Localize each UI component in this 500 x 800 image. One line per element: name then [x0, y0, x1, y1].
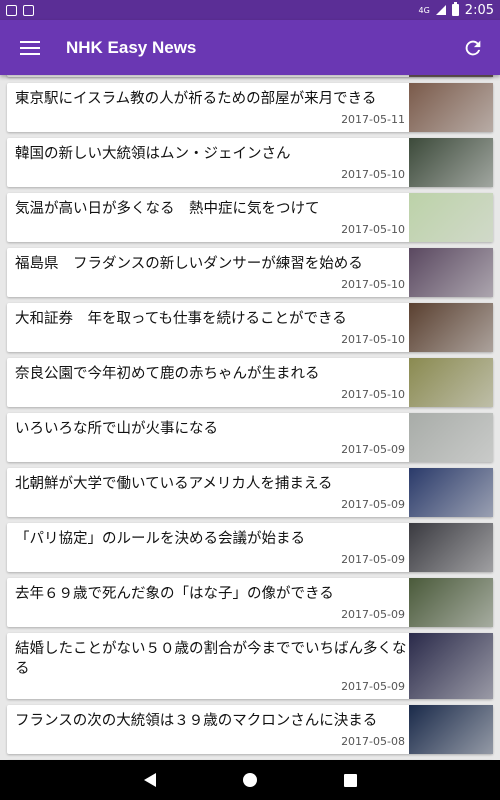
- list-item[interactable]: 東京駅にイスラム教の人が祈るための部屋が来月できる 2017-05-11: [7, 83, 493, 132]
- recent-apps-button[interactable]: [330, 760, 370, 800]
- article-title: 奈良公園で今年初めて鹿の赤ちゃんが生まれる: [15, 366, 320, 382]
- app-title: NHK Easy News: [66, 37, 197, 57]
- article-thumbnail: [409, 75, 493, 77]
- back-icon: [144, 773, 156, 787]
- article-date: 2017-05-09: [341, 498, 405, 511]
- battery-icon: [451, 2, 459, 16]
- article-title: 大和証券 年を取っても仕事を続けることができる: [15, 311, 347, 327]
- article-date: 2017-05-09: [341, 553, 405, 566]
- back-button[interactable]: [130, 760, 170, 800]
- article-thumbnail: [409, 193, 493, 242]
- article-date: 2017-05-08: [341, 735, 405, 748]
- notification-icon: [6, 4, 17, 16]
- article-title: 気温が高い日が多くなる 熱中症に気をつけて: [15, 201, 320, 217]
- article-title: 「パリ協定」のルールを決める会議が始まる: [15, 531, 305, 547]
- list-item-partial[interactable]: [7, 75, 493, 77]
- list-item[interactable]: 「パリ協定」のルールを決める会議が始まる 2017-05-09: [7, 523, 493, 572]
- list-item[interactable]: 気温が高い日が多くなる 熱中症に気をつけて 2017-05-10: [7, 193, 493, 242]
- article-thumbnail: [409, 248, 493, 297]
- article-title: 韓国の新しい大統領はムン・ジェインさん: [15, 146, 291, 162]
- article-title: 東京駅にイスラム教の人が祈るための部屋が来月できる: [15, 91, 377, 107]
- home-icon: [243, 773, 257, 787]
- hamburger-icon: [20, 40, 40, 55]
- article-title: 福島県 フラダンスの新しいダンサーが練習を始める: [15, 256, 363, 272]
- list-item[interactable]: 去年６９歳で死んだ象の「はな子」の像ができる 2017-05-09: [7, 578, 493, 627]
- article-thumbnail: [409, 358, 493, 407]
- signal-icon: [435, 5, 446, 15]
- article-date: 2017-05-11: [341, 113, 405, 126]
- recent-apps-icon: [343, 773, 357, 787]
- system-icons: 4G 2:05: [418, 2, 494, 18]
- article-title: 結婚したことがない５０歳の割合が今まででいちばん多くなる: [15, 641, 407, 677]
- article-title: フランスの次の大統領は３９歳のマクロンさんに決まる: [15, 713, 378, 729]
- list-item[interactable]: 福島県 フラダンスの新しいダンサーが練習を始める 2017-05-10: [7, 248, 493, 297]
- article-date: 2017-05-09: [341, 680, 405, 693]
- article-list[interactable]: 東京駅にイスラム教の人が祈るための部屋が来月できる 2017-05-11 韓国の新し…: [0, 75, 500, 760]
- refresh-icon: [465, 40, 480, 55]
- article-thumbnail: [409, 83, 493, 132]
- article-thumbnail: [409, 468, 493, 517]
- article-date: 2017-05-10: [341, 168, 405, 181]
- home-button[interactable]: [230, 760, 270, 800]
- list-item[interactable]: 結婚したことがない５０歳の割合が今まででいちばん多くなる 2017-05-09: [7, 633, 493, 699]
- list-item[interactable]: フランスの次の大統領は３９歳のマクロンさんに決まる 2017-05-08: [7, 705, 493, 754]
- article-thumbnail: [409, 523, 493, 572]
- article-thumbnail: [409, 413, 493, 462]
- article-date: 2017-05-09: [341, 443, 405, 456]
- article-date: 2017-05-10: [341, 388, 405, 401]
- article-thumbnail: [409, 138, 493, 187]
- navigation-bar: [0, 760, 500, 800]
- article-date: 2017-05-10: [341, 223, 405, 236]
- article-title: 去年６９歳で死んだ象の「はな子」の像ができる: [15, 586, 334, 602]
- article-date: 2017-05-10: [341, 278, 405, 291]
- app-bar: NHK Easy News: [0, 20, 500, 75]
- list-item[interactable]: 韓国の新しい大統領はムン・ジェインさん 2017-05-10: [7, 138, 493, 187]
- article-thumbnail: [409, 705, 493, 754]
- network-type: 4G: [418, 5, 430, 15]
- article-thumbnail: [409, 578, 493, 627]
- article-date: 2017-05-09: [341, 608, 405, 621]
- list-item[interactable]: いろいろな所で山が火事になる 2017-05-09: [7, 413, 493, 462]
- list-item[interactable]: 北朝鮮が大学で働いているアメリカ人を捕まえる 2017-05-09: [7, 468, 493, 517]
- menu-button[interactable]: [0, 20, 60, 75]
- article-thumbnail: [409, 633, 493, 699]
- article-title: 北朝鮮が大学で働いているアメリカ人を捕まえる: [15, 476, 333, 492]
- article-thumbnail: [409, 303, 493, 352]
- notification-icons: [6, 4, 34, 16]
- status-bar: 4G 2:05: [0, 0, 500, 20]
- list-item[interactable]: 大和証券 年を取っても仕事を続けることができる 2017-05-10: [7, 303, 493, 352]
- list-item[interactable]: 奈良公園で今年初めて鹿の赤ちゃんが生まれる 2017-05-10: [7, 358, 493, 407]
- notification-icon: [23, 4, 34, 16]
- article-date: 2017-05-10: [341, 333, 405, 346]
- article-title: いろいろな所で山が火事になる: [15, 421, 218, 437]
- clock: 2:05: [464, 2, 494, 18]
- refresh-button[interactable]: [445, 20, 500, 75]
